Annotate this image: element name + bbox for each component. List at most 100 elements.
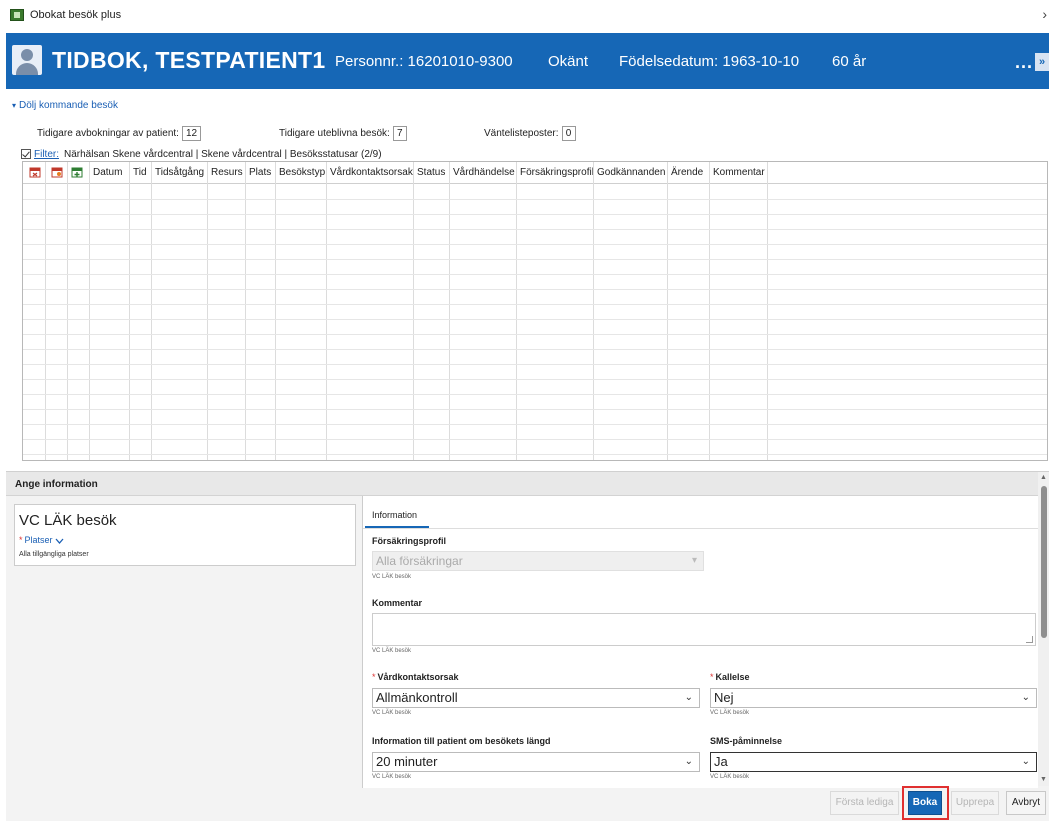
- insurance-sub: VC LÄK besök: [372, 574, 412, 580]
- scroll-up-icon[interactable]: ▲: [1038, 472, 1049, 484]
- info-panel-header: Ange information: [6, 472, 1038, 496]
- prev-cancellations-count: 12: [181, 126, 202, 141]
- places-dropdown[interactable]: * Platser: [19, 535, 64, 545]
- info-panel: Ange information VC LÄK besök * Platser A…: [6, 471, 1049, 821]
- column-divider: [45, 162, 46, 460]
- column-header[interactable]: Resurs: [211, 162, 243, 184]
- chevron-down-icon: [55, 538, 64, 544]
- column-header[interactable]: Datum: [93, 162, 122, 184]
- repeat-button[interactable]: Upprepa: [951, 791, 999, 815]
- column-header[interactable]: Plats: [249, 162, 271, 184]
- column-header[interactable]: Ärende: [671, 162, 703, 184]
- scroll-down-icon[interactable]: ▼: [1038, 774, 1049, 786]
- gender: Okänt: [548, 53, 589, 70]
- duration-value: 20 minuter: [376, 754, 438, 769]
- column-divider: [593, 162, 594, 460]
- comment-label: Kommentar: [372, 598, 423, 608]
- sms-select[interactable]: Ja ⌄: [710, 752, 1037, 772]
- prev-cancellations: Tidigare avbokningar av patient: 12: [37, 126, 202, 141]
- more-options-button[interactable]: ...: [1015, 53, 1033, 71]
- column-divider: [151, 162, 152, 460]
- filter-link[interactable]: Filter:: [34, 149, 59, 160]
- chevron-down-icon: ▾: [691, 555, 697, 566]
- scrollbar-thumb[interactable]: [1041, 486, 1047, 638]
- chevron-down-icon: ⌄: [1021, 756, 1030, 767]
- comment-textarea[interactable]: [372, 613, 1036, 646]
- column-divider: [67, 162, 68, 460]
- column-header[interactable]: Tidsåtgång: [155, 162, 204, 184]
- tab-information[interactable]: Information: [372, 510, 417, 520]
- row-divider: [23, 334, 1047, 335]
- column-divider: [207, 162, 208, 460]
- places-value: Alla tillgängliga platser: [19, 551, 89, 558]
- hide-upcoming-label: Dölj kommande besök: [19, 100, 118, 111]
- call-label: * Kallelse: [710, 672, 750, 682]
- column-header[interactable]: Status: [417, 162, 445, 184]
- column-header[interactable]: Vårdhändelse: [453, 162, 515, 184]
- first-free-button[interactable]: Första lediga: [830, 791, 899, 815]
- chevron-down-icon: ⌄: [1021, 692, 1030, 703]
- row-divider: [23, 274, 1047, 275]
- call-value: Nej: [714, 690, 734, 705]
- column-header[interactable]: Tid: [133, 162, 147, 184]
- cancel-visit-icon[interactable]: [29, 167, 41, 178]
- reason-select[interactable]: Allmänkontroll ⌄: [372, 688, 700, 708]
- filter-text: Närhälsan Skene vårdcentral | Skene vård…: [64, 149, 382, 160]
- column-divider: [516, 162, 517, 460]
- places-label: Platser: [24, 535, 53, 545]
- waitlist: Väntelisteposter: 0: [484, 126, 576, 141]
- row-divider: [23, 439, 1047, 440]
- duration-label: Information till patient om besökets län…: [372, 736, 551, 746]
- column-divider: [449, 162, 450, 460]
- upcoming-visits-table: Datum Tid Tidsåtgång Resurs Plats Besöks…: [22, 161, 1048, 461]
- filter-row: Filter: Närhälsan Skene vårdcentral | Ske…: [21, 149, 382, 160]
- expand-header-button[interactable]: »: [1035, 53, 1049, 71]
- row-divider: [23, 454, 1047, 455]
- chevron-down-icon: ▾: [12, 101, 17, 110]
- row-divider: [23, 409, 1047, 410]
- hide-upcoming-toggle[interactable]: ▾ Dölj kommande besök: [12, 100, 118, 111]
- call-sub: VC LÄK besök: [710, 710, 750, 716]
- prev-noshows-count: 7: [392, 126, 407, 141]
- column-divider: [129, 162, 130, 460]
- reason-sub: VC LÄK besök: [372, 710, 412, 716]
- column-header[interactable]: Försäkringsprofil: [520, 162, 594, 184]
- prev-cancellations-label: Tidigare avbokningar av patient:: [37, 128, 179, 139]
- column-divider: [245, 162, 246, 460]
- patient-name: TIDBOK, TESTPATIENT1: [52, 47, 326, 73]
- insurance-label: Försäkringsprofil: [372, 536, 447, 546]
- panel-scrollbar[interactable]: ▲ ▼: [1038, 472, 1049, 786]
- chevron-down-icon: ⌄: [684, 756, 693, 767]
- column-header[interactable]: Vårdkontaktsorsak: [330, 162, 413, 184]
- column-divider: [326, 162, 327, 460]
- visit-type-card: VC LÄK besök * Platser Alla tillgängliga …: [14, 504, 356, 566]
- sms-label: SMS-påminnelse: [710, 736, 783, 746]
- add-visit-icon[interactable]: [71, 167, 83, 178]
- filter-checkbox[interactable]: [21, 149, 31, 160]
- cancel-button[interactable]: Avbryt: [1006, 791, 1046, 815]
- row-divider: [23, 289, 1047, 290]
- reason-value: Allmänkontroll: [376, 690, 458, 705]
- info-panel-title: Ange information: [15, 479, 98, 490]
- row-divider: [23, 424, 1047, 425]
- close-icon[interactable]: ›: [1042, 7, 1047, 21]
- prev-noshows-label: Tidigare uteblivna besök:: [279, 128, 390, 139]
- waitlist-label: Väntelisteposter:: [484, 128, 559, 139]
- column-divider: [767, 162, 768, 460]
- call-select[interactable]: Nej ⌄: [710, 688, 1037, 708]
- personnummer: Personnr.: 16201010-9300: [335, 53, 513, 70]
- duration-select[interactable]: 20 minuter ⌄: [372, 752, 700, 772]
- window-title: Obokat besök plus: [30, 9, 122, 21]
- row-divider: [23, 304, 1047, 305]
- patient-avatar-icon: [12, 45, 42, 75]
- column-divider: [667, 162, 668, 460]
- noshow-icon[interactable]: [51, 167, 63, 178]
- column-divider: [89, 162, 90, 460]
- column-header[interactable]: Besökstyp: [279, 162, 325, 184]
- table-header: Datum Tid Tidsåtgång Resurs Plats Besöks…: [23, 162, 1047, 184]
- column-header[interactable]: Kommentar: [713, 162, 765, 184]
- column-header[interactable]: Godkännanden: [597, 162, 665, 184]
- birth-date: Födelsedatum: 1963-10-10: [619, 53, 800, 70]
- sms-sub: VC LÄK besök: [710, 774, 750, 780]
- insurance-value: Alla försäkringar: [376, 554, 463, 568]
